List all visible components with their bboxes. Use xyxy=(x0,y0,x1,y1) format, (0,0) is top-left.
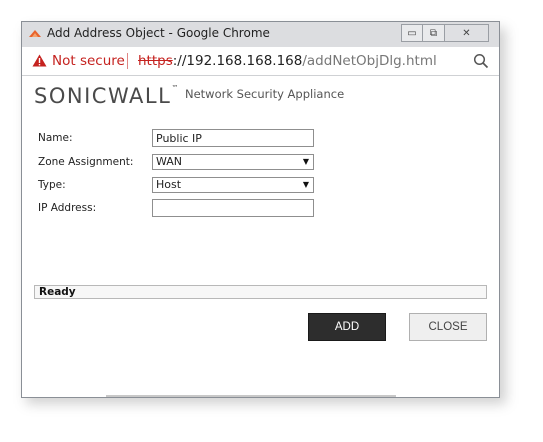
security-indicator[interactable]: Not secure xyxy=(52,53,125,69)
close-window-button[interactable]: ✕ xyxy=(445,24,489,42)
window-controls: ▭ ⧉ ✕ xyxy=(401,24,489,42)
logo-trademark: ™ xyxy=(171,84,179,92)
add-button[interactable]: ADD xyxy=(308,313,386,341)
appliance-subtitle: Network Security Appliance xyxy=(185,87,345,101)
logo-text-wall: WALL xyxy=(107,84,172,108)
close-icon: ✕ xyxy=(462,27,471,39)
zone-label: Zone Assignment: xyxy=(38,156,134,168)
url-path: /addNetObjDlg.html xyxy=(302,53,437,69)
logo-text-sonic: SONIC xyxy=(34,84,108,108)
url-text[interactable]: https://192.168.168.168/addNetObjDlg.htm… xyxy=(138,53,437,69)
type-value: Host xyxy=(156,178,182,191)
chevron-down-icon: ▼ xyxy=(302,157,309,166)
ip-address-input[interactable] xyxy=(152,199,314,217)
name-label: Name: xyxy=(38,132,73,144)
close-button[interactable]: CLOSE xyxy=(409,313,487,341)
minimize-icon: ▭ xyxy=(407,27,417,39)
minimize-button[interactable]: ▭ xyxy=(401,24,423,42)
address-divider xyxy=(127,53,128,69)
zone-value: WAN xyxy=(156,155,183,168)
sonicwall-logo: SONICWALL™ xyxy=(34,84,178,108)
dialog-content: SONICWALL™ Network Security Appliance Na… xyxy=(22,76,499,397)
address-bar[interactable]: Not secure https://192.168.168.168/addNe… xyxy=(22,47,499,76)
ip-address-label: IP Address: xyxy=(38,202,97,214)
type-select[interactable]: Host ▼ xyxy=(152,177,314,193)
title-bar[interactable]: Add Address Object - Google Chrome ▭ ⧉ ✕ xyxy=(22,22,499,47)
maximize-button[interactable]: ⧉ xyxy=(423,24,445,42)
zone-select[interactable]: WAN ▼ xyxy=(152,154,314,170)
chrome-icon xyxy=(29,30,41,37)
restore-icon: ⧉ xyxy=(429,27,438,39)
window-title: Add Address Object - Google Chrome xyxy=(47,26,270,40)
status-bar: Ready xyxy=(34,285,487,299)
chevron-down-icon: ▼ xyxy=(302,180,309,189)
url-scheme-separator: :// xyxy=(172,53,187,69)
popup-window: Add Address Object - Google Chrome ▭ ⧉ ✕… xyxy=(21,21,500,398)
type-label: Type: xyxy=(38,179,66,191)
name-input[interactable] xyxy=(152,129,314,147)
bottom-scroll-indicator xyxy=(106,395,396,397)
zoom-icon[interactable] xyxy=(473,53,489,69)
warning-icon[interactable] xyxy=(32,54,47,67)
url-scheme: https xyxy=(138,53,173,69)
url-host: 192.168.168.168 xyxy=(186,53,303,69)
